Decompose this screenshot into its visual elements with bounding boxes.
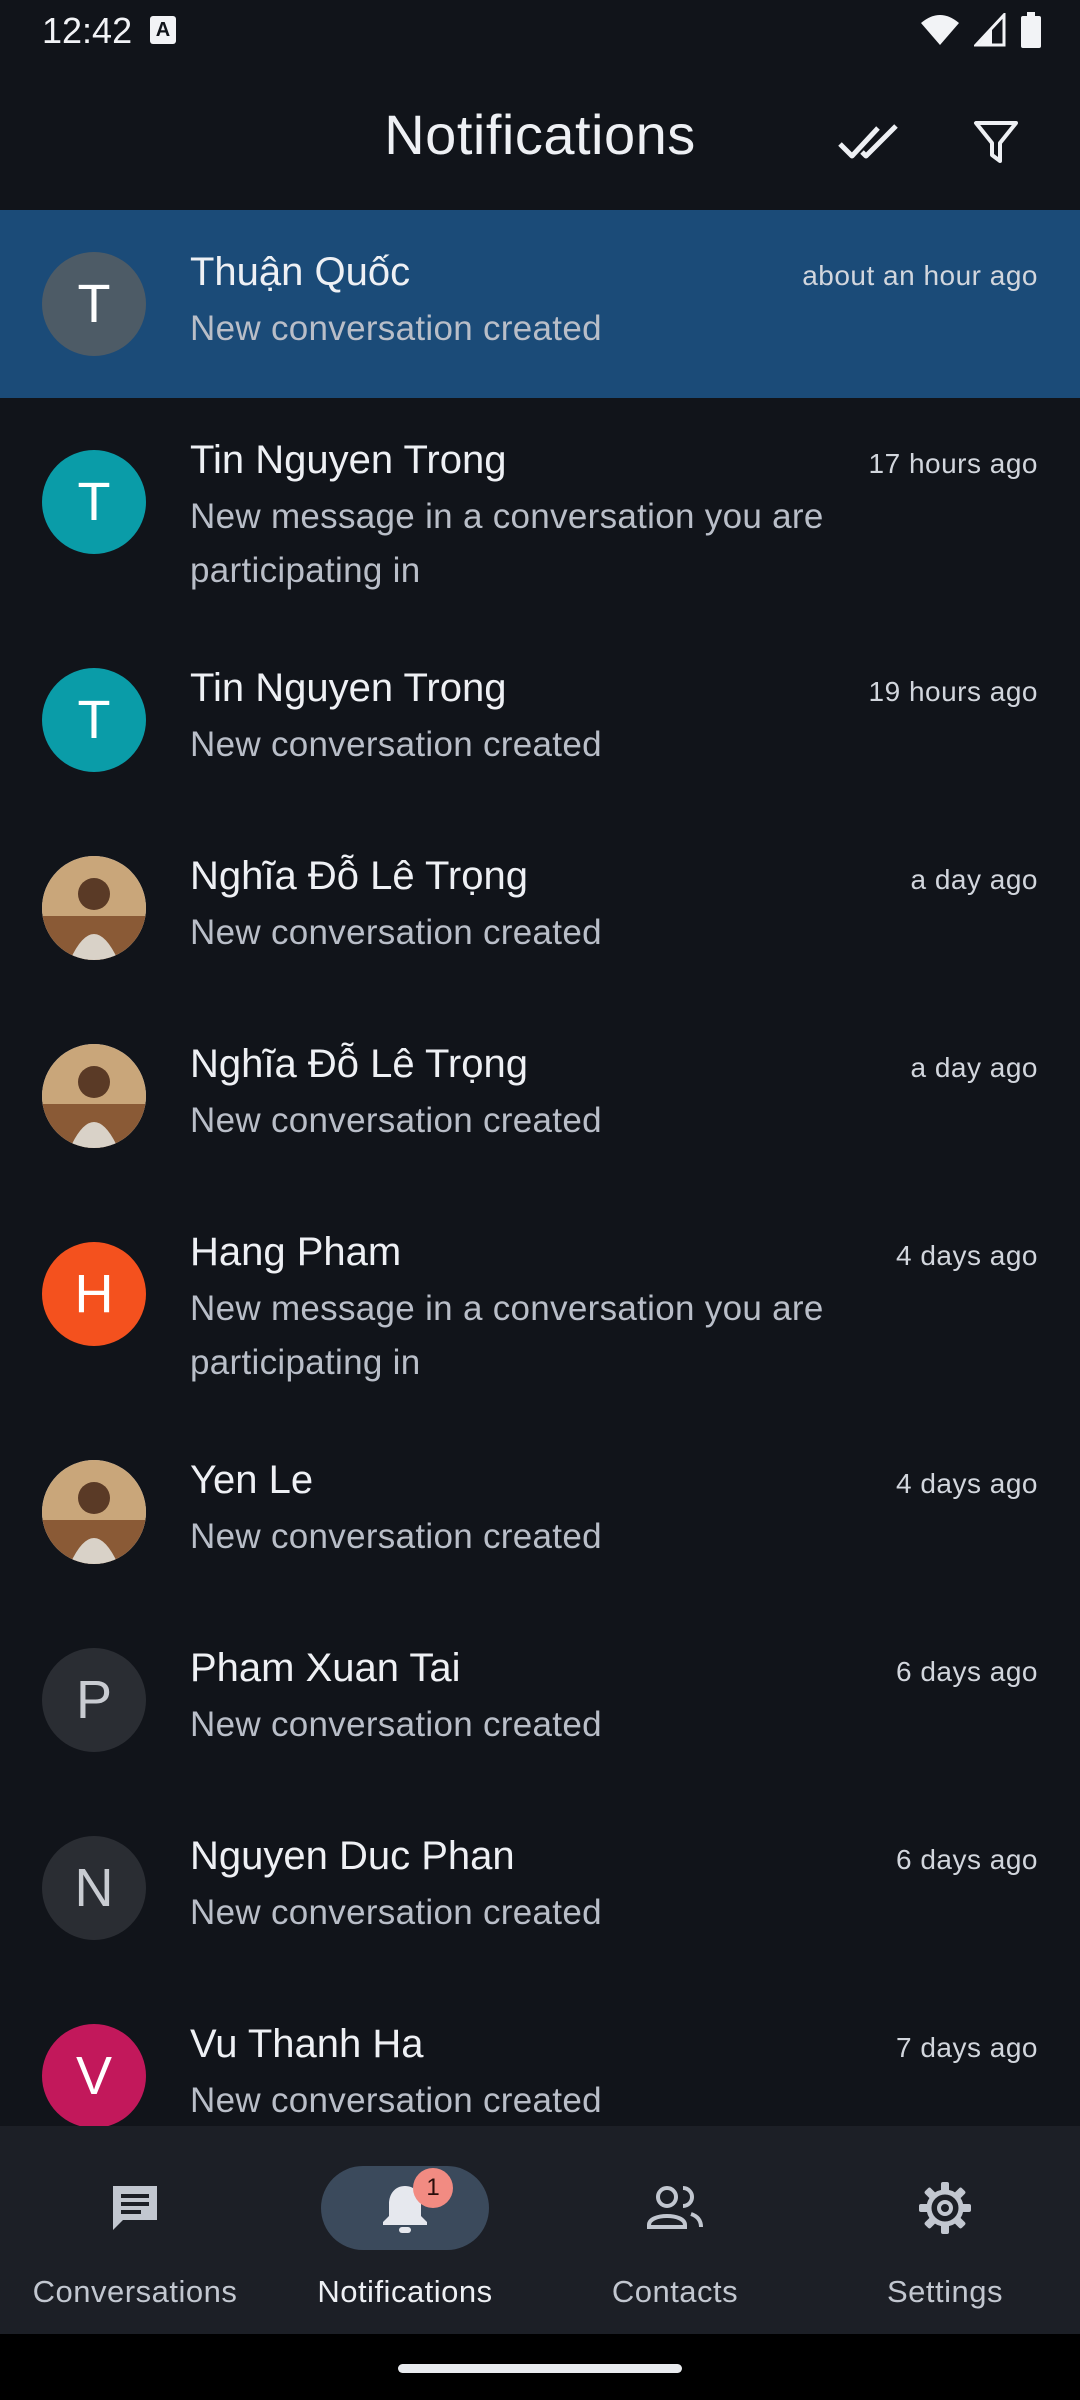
nav-item-notifications[interactable]: 1 Notifications — [270, 2126, 540, 2334]
notification-row[interactable]: T Tin Nguyen Trong 17 hours ago New message… — [0, 398, 1080, 626]
notification-row[interactable]: H Hang Pham 4 days ago New message in a con… — [0, 1190, 1080, 1418]
timestamp: about an hour ago — [802, 260, 1038, 291]
status-time: 12:42 — [42, 10, 133, 51]
battery-icon — [1021, 12, 1041, 48]
timestamp: 6 days ago — [896, 1844, 1038, 1875]
sender-name: Nghĩa Đỗ Lê Trọng — [190, 1042, 528, 1086]
notification-row[interactable]: T Thuận Quốc about an hour ago New conversa… — [0, 210, 1080, 398]
sender-name: Hang Pham — [190, 1230, 402, 1274]
notification-message: New conversation created — [190, 913, 602, 952]
avatar: V — [42, 2024, 146, 2126]
mark-all-read-icon — [838, 124, 898, 159]
avatar-photo-icon — [42, 1460, 146, 1564]
avatar-photo-icon — [42, 856, 146, 960]
timestamp: a day ago — [910, 864, 1038, 895]
gear-icon — [919, 2182, 971, 2234]
nav-item-conversations[interactable]: Conversations — [0, 2126, 270, 2334]
timestamp: 17 hours ago — [868, 448, 1038, 479]
nav-icon-wrap — [51, 2166, 219, 2250]
sender-name: Vu Thanh Ha — [190, 2022, 424, 2066]
notification-message: New conversation created — [190, 725, 602, 764]
notification-count-badge: 1 — [413, 2168, 453, 2208]
nav-label: Conversations — [32, 2274, 238, 2309]
filter-button[interactable] — [956, 102, 1036, 182]
sender-name: Pham Xuan Tai — [190, 1646, 461, 1690]
timestamp: 7 days ago — [896, 2032, 1038, 2063]
notification-row[interactable]: T Tin Nguyen Trong 19 hours ago New convers… — [0, 626, 1080, 814]
nav-item-settings[interactable]: Settings — [810, 2126, 1080, 2334]
avatar — [42, 1044, 146, 1148]
status-bar: 12:42 A — [0, 0, 1080, 62]
sender-name: Thuận Quốc — [190, 250, 411, 294]
nav-icon-wrap — [861, 2166, 1029, 2250]
notification-message: New message in a conversation you are pa… — [190, 497, 824, 590]
nav-label: Notifications — [317, 2274, 493, 2309]
avatar: N — [42, 1836, 146, 1940]
status-icons — [920, 12, 1042, 48]
page-title: Notifications — [384, 103, 696, 166]
notification-message: New conversation created — [190, 1893, 602, 1932]
notification-row[interactable]: N Nguyen Duc Phan 6 days ago New conversati… — [0, 1794, 1080, 1982]
nav-icon-wrap: 1 — [321, 2166, 489, 2250]
sender-name: Nguyen Duc Phan — [190, 1834, 515, 1878]
sender-name: Tin Nguyen Trong — [190, 438, 507, 482]
notification-message: New conversation created — [190, 309, 602, 348]
nav-label: Contacts — [611, 2274, 739, 2309]
notification-row[interactable]: Yen Le 4 days ago New conversation created — [0, 1418, 1080, 1606]
notification-message: New conversation created — [190, 1517, 602, 1556]
notification-message: New message in a conversation you are pa… — [190, 1289, 824, 1382]
avatar: T — [42, 450, 146, 554]
sender-name: Nghĩa Đỗ Lê Trọng — [190, 854, 528, 898]
avatar: T — [42, 252, 146, 356]
notification-row[interactable]: V Vu Thanh Ha 7 days ago New conversation c… — [0, 1982, 1080, 2126]
avatar: T — [42, 668, 146, 772]
notification-row[interactable]: Nghĩa Đỗ Lê Trọng a day ago New conversati… — [0, 814, 1080, 1002]
avatar: P — [42, 1648, 146, 1752]
nav-item-contacts[interactable]: Contacts — [540, 2126, 810, 2334]
filter-icon — [974, 121, 1018, 163]
notification-row[interactable]: Nghĩa Đỗ Lê Trọng a day ago New conversati… — [0, 1002, 1080, 1190]
cellular-signal-icon — [974, 13, 1006, 47]
timestamp: 6 days ago — [896, 1656, 1038, 1687]
mark-all-read-button[interactable] — [830, 102, 910, 182]
people-icon — [647, 2186, 703, 2229]
notification-message: New conversation created — [190, 1705, 602, 1744]
notification-list: T Thuận Quốc about an hour ago New conversa… — [0, 210, 1080, 2126]
avatar — [42, 856, 146, 960]
notification-message: New conversation created — [190, 1101, 602, 1140]
app-bar: Notifications — [0, 62, 1080, 210]
sender-name: Yen Le — [190, 1458, 314, 1502]
chat-icon — [113, 2186, 157, 2230]
notification-row[interactable]: P Pham Xuan Tai 6 days ago New conversation… — [0, 1606, 1080, 1794]
notification-message: New conversation created — [190, 2081, 602, 2120]
avatar — [42, 1460, 146, 1564]
timestamp: 4 days ago — [896, 1240, 1038, 1271]
autofill-notification-icon: A — [150, 16, 176, 44]
timestamp: 19 hours ago — [868, 676, 1038, 707]
bottom-navigation: Conversations 1 Notifications Contacts S… — [0, 2126, 1080, 2334]
sender-name: Tin Nguyen Trong — [190, 666, 507, 710]
timestamp: 4 days ago — [896, 1468, 1038, 1499]
nav-label: Settings — [886, 2274, 1003, 2309]
gesture-handle[interactable] — [398, 2364, 682, 2373]
wifi-icon — [921, 15, 959, 45]
avatar: H — [42, 1242, 146, 1346]
nav-icon-wrap — [591, 2166, 759, 2250]
avatar-photo-icon — [42, 1044, 146, 1148]
timestamp: a day ago — [910, 1052, 1038, 1083]
